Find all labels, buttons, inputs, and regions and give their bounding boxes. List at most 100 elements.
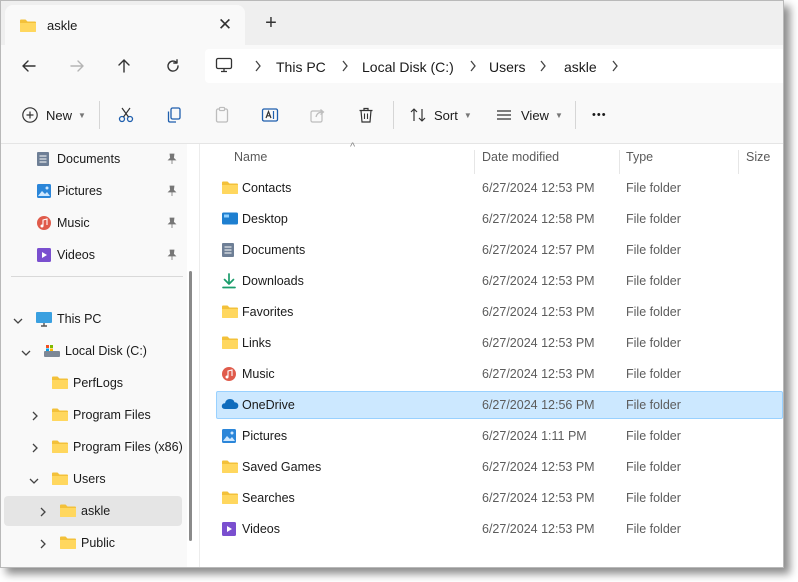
tab-bar: askle ✕ + xyxy=(1,1,783,45)
view-label: View xyxy=(521,107,549,123)
file-name: Searches xyxy=(242,491,295,505)
cut-button[interactable] xyxy=(117,103,135,127)
folder-icon xyxy=(51,439,69,457)
breadcrumb-this-pc[interactable]: This PC xyxy=(276,59,326,75)
chevron-down-icon[interactable] xyxy=(13,314,23,328)
nav-item-askle[interactable]: askle xyxy=(4,496,182,526)
column-separator[interactable] xyxy=(619,150,620,174)
chevron-down-icon: ▼ xyxy=(78,110,86,120)
file-name: Favorites xyxy=(242,305,294,319)
table-row[interactable]: Links 6/27/2024 12:53 PM File folder xyxy=(216,328,783,358)
new-label: New xyxy=(46,107,73,123)
pin-icon xyxy=(167,217,177,232)
nav-item-pictures[interactable]: Pictures xyxy=(1,176,181,206)
nav-label: Music xyxy=(57,216,90,230)
share-icon xyxy=(310,109,325,123)
column-header-type[interactable]: Type xyxy=(626,150,653,164)
nav-label: Videos xyxy=(57,248,95,262)
breadcrumb-local-disk[interactable]: Local Disk (C:) xyxy=(362,59,454,75)
more-options-button[interactable]: ••• xyxy=(592,103,607,127)
file-type: File folder xyxy=(626,491,681,505)
table-row[interactable]: Saved Games 6/27/2024 12:53 PM File folder xyxy=(216,452,783,482)
navigation-bar: This PC Local Disk (C:) Users askle xyxy=(1,45,783,87)
rename-button[interactable] xyxy=(261,103,279,127)
breadcrumb-users[interactable]: Users xyxy=(489,59,526,75)
nav-item-users[interactable]: Users xyxy=(1,464,181,494)
address-bar[interactable]: This PC Local Disk (C:) Users askle xyxy=(205,49,783,83)
nav-item-program-files[interactable]: Program Files xyxy=(1,400,181,430)
nav-item-local-disk[interactable]: Local Disk (C:) xyxy=(1,336,181,366)
column-header-size[interactable]: Size xyxy=(746,150,770,164)
file-date-modified: 6/27/2024 12:53 PM xyxy=(482,460,595,474)
column-header-name[interactable]: Name xyxy=(234,150,267,164)
chevron-down-icon[interactable] xyxy=(21,346,31,360)
share-button[interactable] xyxy=(309,103,327,127)
view-list-icon xyxy=(497,110,511,120)
nav-label: This PC xyxy=(57,312,102,326)
nav-item-program-files-x86[interactable]: Program Files (x86) xyxy=(1,432,183,462)
folder-icon xyxy=(221,335,239,353)
column-separator[interactable] xyxy=(474,150,475,174)
sort-button[interactable]: Sort ▼ xyxy=(409,103,472,127)
chevron-right-icon[interactable] xyxy=(611,59,619,77)
refresh-button[interactable] xyxy=(161,54,185,78)
nav-item-documents[interactable]: Documents xyxy=(1,144,181,174)
chevron-right-icon[interactable] xyxy=(39,506,47,520)
nav-item-public[interactable]: Public xyxy=(1,528,181,558)
folder-icon xyxy=(51,375,69,393)
up-button[interactable] xyxy=(112,54,136,78)
videos-icon xyxy=(221,521,237,540)
videos-icon xyxy=(36,247,52,266)
breadcrumb-askle[interactable]: askle xyxy=(564,59,597,75)
back-button[interactable] xyxy=(17,54,41,78)
table-row[interactable]: Searches 6/27/2024 12:53 PM File folder xyxy=(216,483,783,513)
file-name: OneDrive xyxy=(242,398,295,412)
sort-icon xyxy=(410,108,426,122)
column-header-date[interactable]: Date modified xyxy=(482,150,559,164)
tab-askle[interactable]: askle ✕ xyxy=(5,5,245,45)
new-tab-button[interactable]: + xyxy=(261,13,281,33)
chevron-down-icon: ▼ xyxy=(554,110,563,120)
table-row[interactable]: Downloads 6/27/2024 12:53 PM File folder xyxy=(216,266,783,296)
delete-button[interactable] xyxy=(357,103,375,127)
computer-icon xyxy=(35,311,53,330)
chevron-right-icon[interactable] xyxy=(31,442,39,456)
clipboard-icon xyxy=(215,106,229,123)
table-row[interactable]: Contacts 6/27/2024 12:53 PM File folder xyxy=(216,173,783,203)
table-row[interactable]: Pictures 6/27/2024 1:11 PM File folder xyxy=(216,421,783,451)
nav-item-videos[interactable]: Videos xyxy=(1,240,181,270)
file-type: File folder xyxy=(626,367,681,381)
forward-button[interactable] xyxy=(65,54,89,78)
file-date-modified: 6/27/2024 12:53 PM xyxy=(482,367,595,381)
table-row[interactable]: Favorites 6/27/2024 12:53 PM File folder xyxy=(216,297,783,327)
file-explorer-window: askle ✕ + This PC Local Disk (C:) Users xyxy=(0,0,784,568)
file-date-modified: 6/27/2024 12:53 PM xyxy=(482,181,595,195)
table-row[interactable]: Desktop 6/27/2024 12:58 PM File folder xyxy=(216,204,783,234)
table-row[interactable]: Music 6/27/2024 12:53 PM File folder xyxy=(216,359,783,389)
column-separator[interactable] xyxy=(738,150,739,174)
documents-icon xyxy=(36,151,50,170)
chevron-right-icon[interactable] xyxy=(31,410,39,424)
pin-icon xyxy=(167,153,177,168)
trash-icon xyxy=(359,107,373,123)
table-row[interactable]: Videos 6/27/2024 12:53 PM File folder xyxy=(216,514,783,544)
table-row[interactable]: Documents 6/27/2024 12:57 PM File folder xyxy=(216,235,783,265)
nav-item-this-pc[interactable]: This PC xyxy=(1,304,181,334)
paste-button[interactable] xyxy=(213,103,231,127)
close-tab-button[interactable]: ✕ xyxy=(215,15,235,35)
file-name: Contacts xyxy=(242,181,292,195)
scissors-icon xyxy=(118,107,134,123)
table-row[interactable]: OneDrive 6/27/2024 12:56 PM File folder xyxy=(216,391,783,419)
chevron-down-icon[interactable] xyxy=(29,474,39,488)
nav-label: Users xyxy=(73,472,106,486)
plus-circle-icon xyxy=(22,107,38,123)
view-button[interactable]: View ▼ xyxy=(495,103,563,127)
copy-button[interactable] xyxy=(165,103,183,127)
nav-scrollbar[interactable] xyxy=(189,271,192,541)
nav-item-perflogs[interactable]: PerfLogs xyxy=(1,368,181,398)
nav-item-music[interactable]: Music xyxy=(1,208,181,238)
new-button[interactable]: New ▼ xyxy=(21,103,86,127)
column-header-row: ^ Name Date modified Type Size xyxy=(200,141,783,174)
arrow-up-icon xyxy=(118,59,130,73)
chevron-right-icon[interactable] xyxy=(39,538,47,552)
